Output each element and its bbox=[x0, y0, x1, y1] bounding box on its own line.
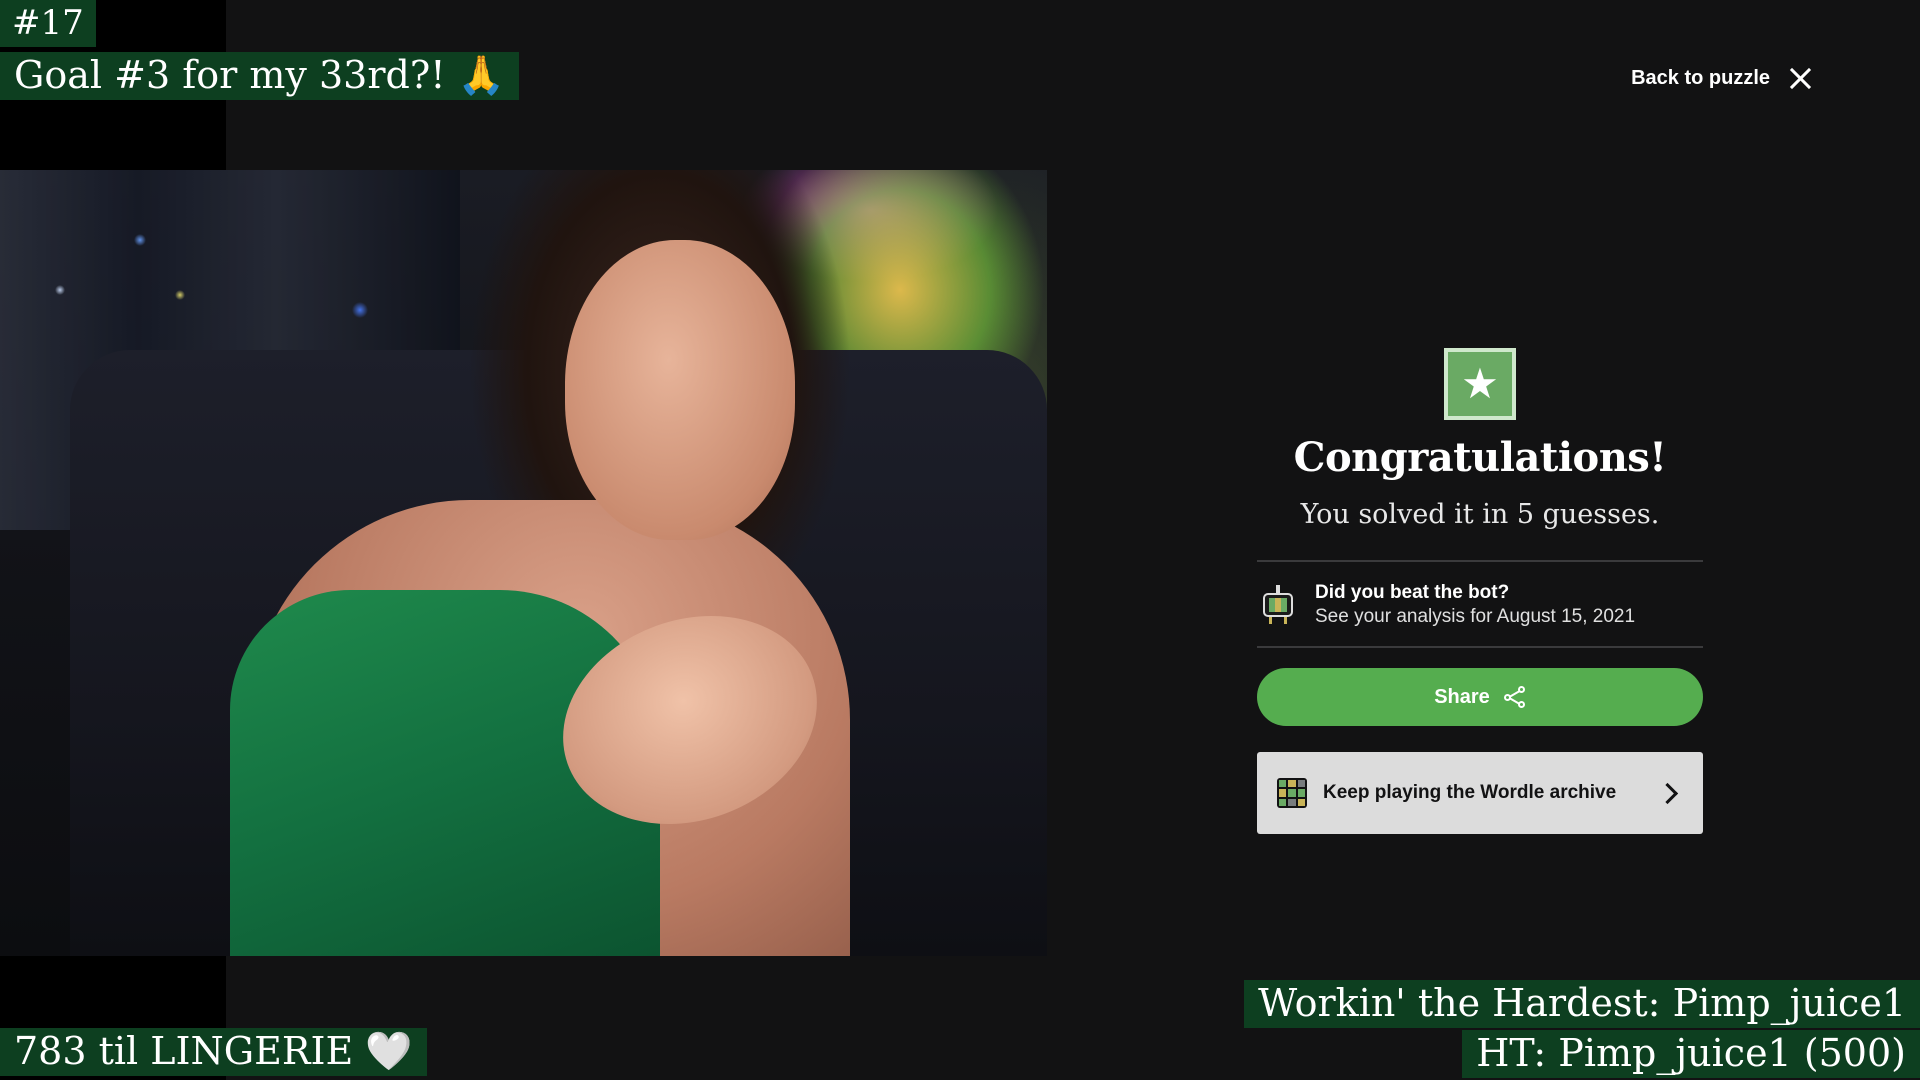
wordlebot-icon bbox=[1263, 585, 1293, 625]
chevron-right-icon bbox=[1656, 782, 1679, 804]
star-icon: ★ bbox=[1444, 348, 1516, 420]
webcam-feed bbox=[0, 170, 1047, 956]
star-glyph: ★ bbox=[1461, 359, 1499, 408]
grid-tile bbox=[1297, 789, 1305, 797]
congratulations-panel: ★ Congratulations! You solved it in 5 gu… bbox=[1257, 348, 1703, 834]
close-icon[interactable] bbox=[1788, 66, 1812, 90]
grid-tile bbox=[1288, 789, 1296, 797]
lingerie-goal-overlay: 783 til LINGERIE 🤍 bbox=[0, 1028, 427, 1076]
grid-tile bbox=[1288, 780, 1296, 788]
person-face bbox=[565, 240, 795, 540]
share-button[interactable]: Share bbox=[1257, 668, 1703, 726]
wordlebot-analysis-link[interactable]: Did you beat the bot? See your analysis … bbox=[1257, 562, 1703, 646]
congratulations-title: Congratulations! bbox=[1293, 434, 1667, 481]
grid-tile bbox=[1279, 798, 1287, 806]
wordlebot-subtitle: See your analysis for August 15, 2021 bbox=[1315, 606, 1636, 627]
grid-tile bbox=[1279, 780, 1287, 788]
ht-overlay: HT: Pimp_juice1 (500) bbox=[1462, 1030, 1920, 1078]
solved-guesses-text: You solved it in 5 guesses. bbox=[1300, 499, 1660, 530]
wordle-archive-button[interactable]: Keep playing the Wordle archive bbox=[1257, 752, 1703, 834]
back-to-puzzle-link[interactable]: Back to puzzle bbox=[1631, 66, 1812, 90]
archive-label: Keep playing the Wordle archive bbox=[1323, 782, 1617, 803]
grid-icon bbox=[1277, 778, 1307, 808]
back-to-puzzle-label: Back to puzzle bbox=[1631, 66, 1770, 89]
grid-tile bbox=[1297, 780, 1305, 788]
grid-tile bbox=[1288, 798, 1296, 806]
grid-tile bbox=[1279, 789, 1287, 797]
wordlebot-title: Did you beat the bot? bbox=[1315, 582, 1510, 603]
share-icon bbox=[1503, 686, 1526, 708]
share-label: Share bbox=[1434, 685, 1490, 708]
counter-overlay: #17 bbox=[0, 0, 96, 47]
grid-tile bbox=[1297, 798, 1305, 806]
stream-layout: #17 Goal #3 for my 33rd?! 🙏 783 til LING… bbox=[0, 0, 1920, 1080]
wordlebot-text: Did you beat the bot? See your analysis … bbox=[1315, 582, 1635, 628]
goal-overlay: Goal #3 for my 33rd?! 🙏 bbox=[0, 52, 519, 100]
workin-hardest-overlay: Workin' the Hardest: Pimp_juice1 bbox=[1244, 980, 1920, 1028]
divider-bottom bbox=[1257, 646, 1703, 648]
